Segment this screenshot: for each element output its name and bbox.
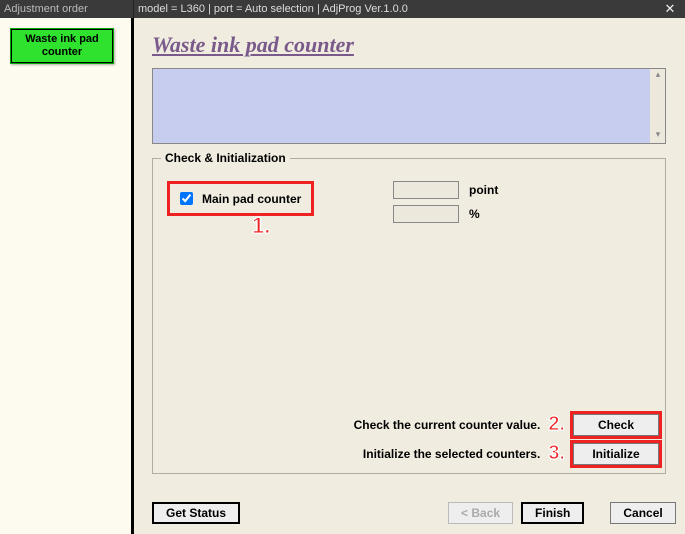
finish-button[interactable]: Finish [521, 502, 584, 524]
percent-unit: % [469, 207, 480, 221]
callout-2: 2. [548, 413, 565, 436]
percent-field [393, 205, 459, 223]
main-pad-checkbox[interactable] [180, 192, 193, 205]
cancel-button[interactable]: Cancel [610, 502, 675, 524]
back-button: < Back [448, 502, 513, 524]
log-textarea[interactable]: ▴ ▾ [152, 68, 666, 144]
check-init-group: Check & Initialization Main pad counter … [152, 158, 666, 474]
main-panel: Waste ink pad counter ▴ ▾ Check & Initia… [134, 18, 685, 534]
main-pad-row: Main pad counter [167, 181, 314, 216]
page-title: Waste ink pad counter [152, 32, 667, 58]
scrollbar[interactable]: ▴ ▾ [649, 69, 665, 143]
scroll-up-icon[interactable]: ▴ [650, 69, 666, 83]
initialize-description: Initialize the selected counters. [363, 447, 540, 461]
close-icon[interactable]: ✕ [655, 0, 685, 18]
check-description: Check the current counter value. [354, 418, 541, 432]
sidebar-title: Adjustment order [0, 0, 134, 18]
point-unit: point [469, 183, 498, 197]
callout-3: 3. [548, 442, 565, 465]
check-button[interactable]: Check [573, 414, 659, 436]
sidebar-item-waste-ink[interactable]: Waste ink pad counter [10, 28, 114, 64]
scroll-down-icon[interactable]: ▾ [650, 129, 666, 143]
get-status-button[interactable]: Get Status [152, 502, 240, 524]
main-pad-label: Main pad counter [202, 192, 301, 206]
point-field [393, 181, 459, 199]
sidebar: Waste ink pad counter [0, 18, 134, 534]
window-title: model = L360 | port = Auto selection | A… [138, 0, 408, 18]
initialize-button[interactable]: Initialize [573, 443, 659, 465]
group-legend: Check & Initialization [161, 151, 290, 165]
